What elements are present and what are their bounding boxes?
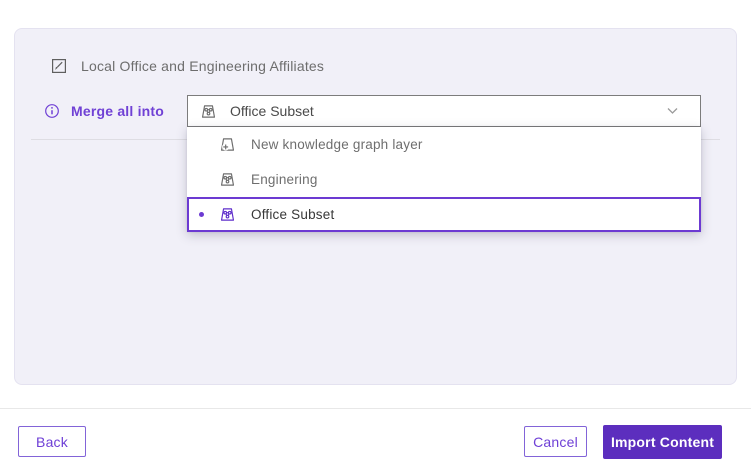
footer-divider [0,408,751,409]
knowledge-graph-layer-icon [219,206,237,223]
import-content-button[interactable]: Import Content [603,425,722,459]
merge-all-into-label: Merge all into [71,103,164,119]
dropdown-option-label: Enginering [251,172,318,187]
info-icon[interactable] [44,103,60,119]
dropdown-option-office-subset[interactable]: Office Subset [187,197,701,232]
select-value: Office Subset [230,103,654,119]
merge-target-select[interactable]: Office Subset [187,95,701,127]
cancel-button[interactable]: Cancel [524,426,587,457]
import-panel: Local Office and Engineering Affiliates … [14,28,737,385]
new-knowledge-graph-layer-icon [219,136,237,153]
dropdown-option-label: New knowledge graph layer [251,137,423,152]
dropdown-option-new-knowledge-graph-layer[interactable]: New knowledge graph layer [187,127,701,162]
import-dialog: Local Office and Engineering Affiliates … [0,0,751,470]
knowledge-graph-layer-icon [219,171,237,188]
back-button[interactable]: Back [18,426,86,457]
source-layer-row: Local Office and Engineering Affiliates [51,56,324,76]
merge-row: Merge all into [44,101,164,121]
bullet-slot [199,212,219,217]
chevron-down-icon [667,107,678,115]
knowledge-graph-layer-icon [200,103,217,120]
dropdown-option-enginering[interactable]: Enginering [187,162,701,197]
selected-bullet [199,212,204,217]
dropdown-option-label: Office Subset [251,207,334,222]
sketch-layer-icon [51,58,67,74]
source-layer-label: Local Office and Engineering Affiliates [81,58,324,74]
merge-target-dropdown: New knowledge graph layer Enginering [187,127,701,232]
